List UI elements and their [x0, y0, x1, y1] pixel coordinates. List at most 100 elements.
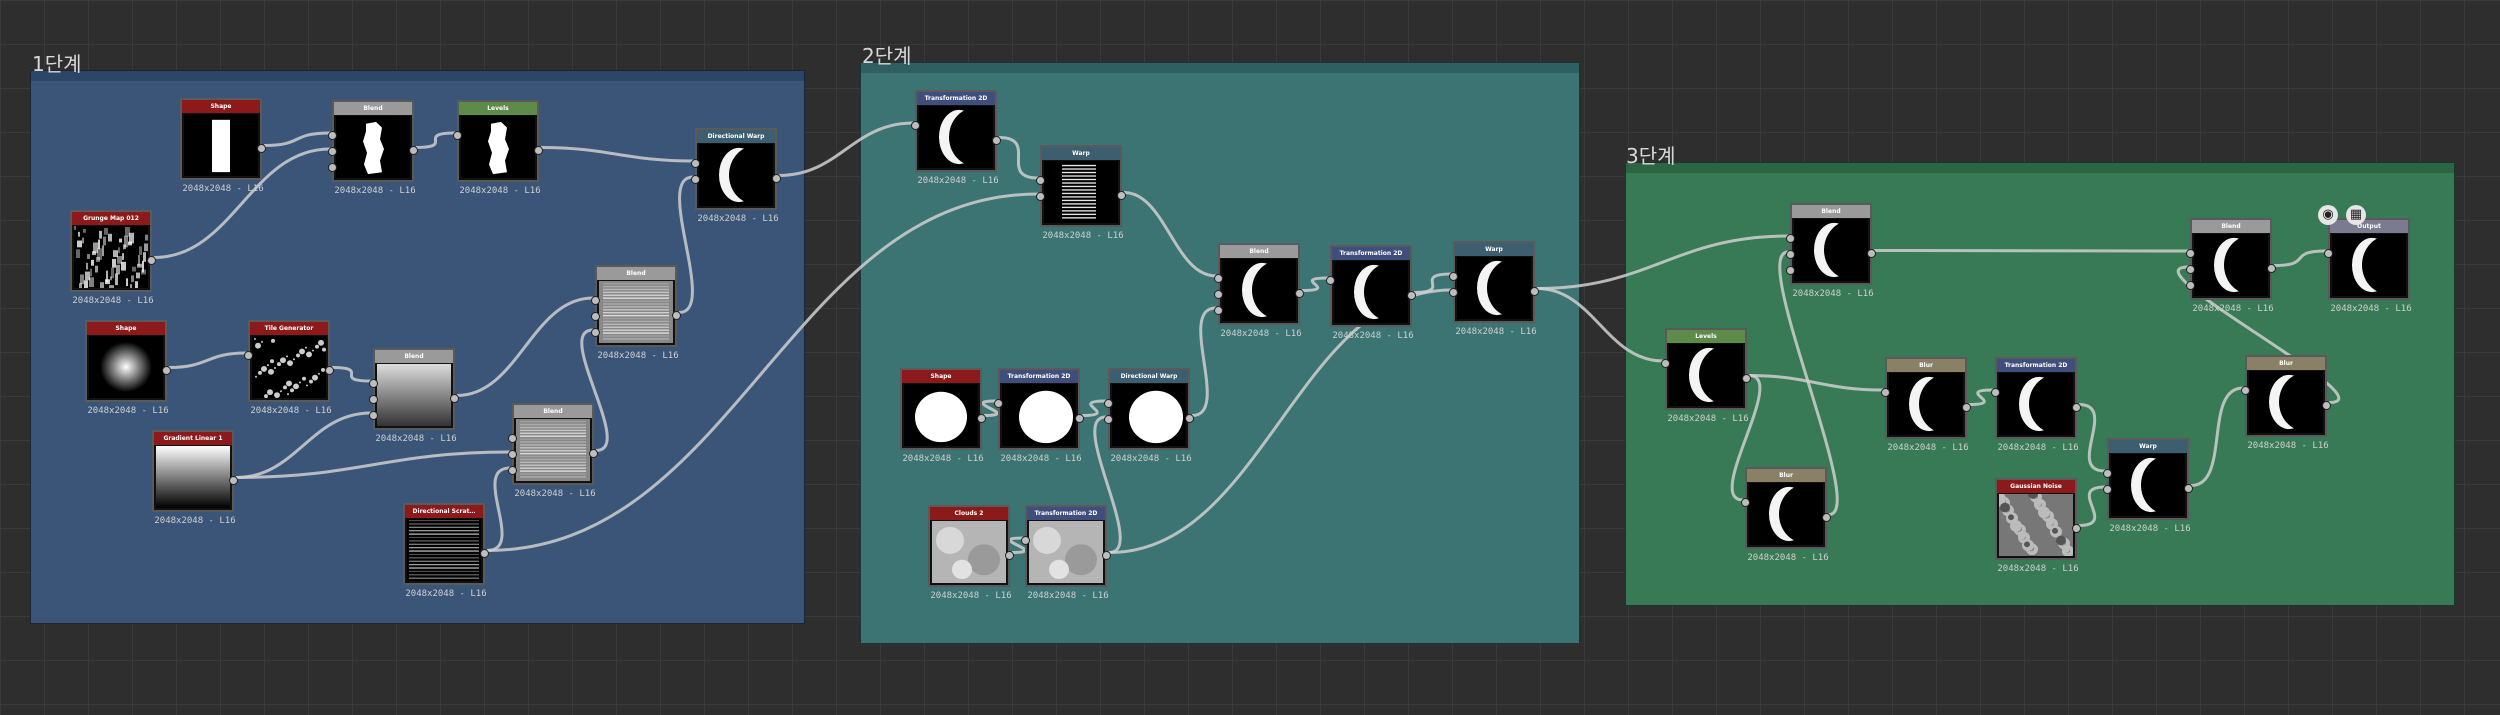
input-port[interactable]	[1104, 399, 1113, 408]
input-port[interactable]	[244, 351, 253, 360]
output-port[interactable]	[1075, 413, 1084, 423]
input-port[interactable]	[1449, 272, 1458, 281]
input-port[interactable]	[591, 328, 600, 337]
output-port[interactable]	[1407, 290, 1416, 300]
output-port[interactable]	[2184, 483, 2193, 493]
n-blur-2[interactable]: Blur 2048x2048 - L16	[1881, 357, 1971, 453]
output-port[interactable]	[1530, 286, 1539, 296]
n-transform-5[interactable]: Transformation 2D 2048x2048 - L16	[1991, 357, 2081, 453]
input-port[interactable]	[591, 312, 600, 321]
n-blend-5[interactable]: Blend 2048x2048 - L16	[1214, 243, 1304, 339]
n-levels-1[interactable]: Levels 2048x2048 - L16	[453, 100, 543, 196]
input-port[interactable]	[911, 121, 920, 130]
input-port[interactable]	[1214, 274, 1223, 283]
input-port[interactable]	[691, 175, 700, 184]
n-transform-3[interactable]: Transformation 2D 2048x2048 - L16	[994, 368, 1084, 464]
input-port[interactable]	[2103, 469, 2112, 478]
output-port[interactable]	[672, 310, 681, 320]
n-blur-1[interactable]: Blur 2048x2048 - L16	[1741, 467, 1831, 563]
output-port[interactable]	[147, 255, 156, 265]
n-grunge[interactable]: Grunge Map 012 2048x2048 - L16	[70, 210, 156, 306]
n-warp-2[interactable]: Warp 2048x2048 - L16	[1449, 241, 1539, 337]
output-port[interactable]	[325, 365, 334, 375]
n-warp-3[interactable]: Warp 2048x2048 - L16	[2103, 438, 2193, 534]
n-blend-1[interactable]: Blend 2048x2048 - L16	[328, 100, 418, 196]
output-port[interactable]	[1742, 373, 1751, 383]
input-port[interactable]	[1036, 176, 1045, 185]
n-transform-4[interactable]: Transformation 2D 2048x2048 - L16	[1021, 505, 1111, 601]
n-blend-3[interactable]: Blend 2048x2048 - L16	[369, 348, 459, 444]
input-port[interactable]	[453, 131, 462, 140]
output-port[interactable]	[534, 145, 543, 155]
input-port[interactable]	[1021, 536, 1030, 545]
input-port[interactable]	[994, 399, 1003, 408]
output-port[interactable]	[1117, 190, 1126, 200]
input-port[interactable]	[2241, 386, 2250, 395]
n-output[interactable]: Output 2048x2048 - L16	[2324, 218, 2412, 314]
output-port[interactable]	[450, 393, 459, 403]
input-port[interactable]	[1741, 498, 1750, 507]
input-port[interactable]	[369, 411, 378, 420]
output-port[interactable]	[1185, 413, 1194, 423]
output-port[interactable]	[2267, 263, 2276, 273]
input-port[interactable]	[591, 296, 600, 305]
output-port[interactable]	[992, 135, 1001, 145]
n-dirscratch[interactable]: Directional Scrat… 2048x2048 - L16	[403, 503, 489, 599]
output-port[interactable]	[257, 143, 266, 153]
input-port[interactable]	[1661, 359, 1670, 368]
input-port[interactable]	[2324, 249, 2333, 258]
output-port[interactable]	[409, 145, 418, 155]
n-clouds[interactable]: Clouds 2 2048x2048 - L16	[928, 505, 1014, 601]
n-shape-2[interactable]: Shape 2048x2048 - L16	[85, 320, 171, 416]
n-blend-6[interactable]: Blend 2048x2048 - L16	[1786, 203, 1876, 299]
n-dirwarp-1[interactable]: Directional Warp 2048x2048 - L16	[691, 128, 781, 224]
input-port[interactable]	[1786, 250, 1795, 259]
output-port[interactable]	[977, 413, 986, 423]
output-port[interactable]	[229, 475, 238, 485]
input-port[interactable]	[1991, 388, 2000, 397]
n-levels-2[interactable]: Levels 2048x2048 - L16	[1661, 328, 1751, 424]
input-port[interactable]	[1036, 192, 1045, 201]
output-port[interactable]	[1867, 248, 1876, 258]
eye-icon[interactable]: ◉	[2318, 205, 2338, 225]
n-shape-3[interactable]: Shape 2048x2048 - L16	[900, 368, 986, 464]
output-port[interactable]	[1822, 512, 1831, 522]
input-port[interactable]	[1786, 266, 1795, 275]
input-port[interactable]	[2103, 485, 2112, 494]
input-port[interactable]	[1449, 288, 1458, 297]
n-blend-2[interactable]: Blend 2048x2048 - L16	[591, 265, 681, 361]
input-port[interactable]	[508, 466, 517, 475]
input-port[interactable]	[691, 159, 700, 168]
output-port[interactable]	[2072, 523, 2081, 533]
input-port[interactable]	[508, 450, 517, 459]
input-port[interactable]	[1786, 234, 1795, 243]
n-gradient[interactable]: Gradient Linear 1 2048x2048 - L16	[152, 430, 238, 526]
input-port[interactable]	[2186, 265, 2195, 274]
input-port[interactable]	[1214, 290, 1223, 299]
n-shape-1[interactable]: Shape 2048x2048 - L16	[180, 98, 266, 194]
input-port[interactable]	[508, 434, 517, 443]
input-port[interactable]	[1881, 388, 1890, 397]
output-port[interactable]	[1962, 402, 1971, 412]
input-port[interactable]	[2186, 281, 2195, 290]
output-port[interactable]	[1295, 288, 1304, 298]
input-port[interactable]	[1214, 306, 1223, 315]
n-dirwarp-2[interactable]: Directional Warp 2048x2048 - L16	[1104, 368, 1194, 464]
n-transform-1[interactable]: Transformation 2D 2048x2048 - L16	[911, 90, 1001, 186]
input-port[interactable]	[328, 163, 337, 172]
n-blur-3[interactable]: Blur 2048x2048 - L16	[2241, 355, 2331, 451]
n-blend-7[interactable]: Blend 2048x2048 - L16	[2186, 218, 2276, 314]
n-gauss[interactable]: Gaussian Noise 2048x2048 - L16	[1995, 478, 2081, 574]
output-port[interactable]	[2072, 402, 2081, 412]
output-port[interactable]	[772, 173, 781, 183]
input-port[interactable]	[328, 147, 337, 156]
n-blend-4[interactable]: Blend 2048x2048 - L16	[508, 403, 598, 499]
input-port[interactable]	[1326, 276, 1335, 285]
output-port[interactable]	[589, 448, 598, 458]
input-port[interactable]	[369, 395, 378, 404]
frame-header-bar[interactable]	[1626, 163, 2454, 173]
output-port[interactable]	[162, 365, 171, 375]
frame-header-bar[interactable]	[861, 63, 1579, 73]
frame-header-bar[interactable]	[31, 71, 804, 81]
output-port[interactable]	[2322, 400, 2331, 410]
